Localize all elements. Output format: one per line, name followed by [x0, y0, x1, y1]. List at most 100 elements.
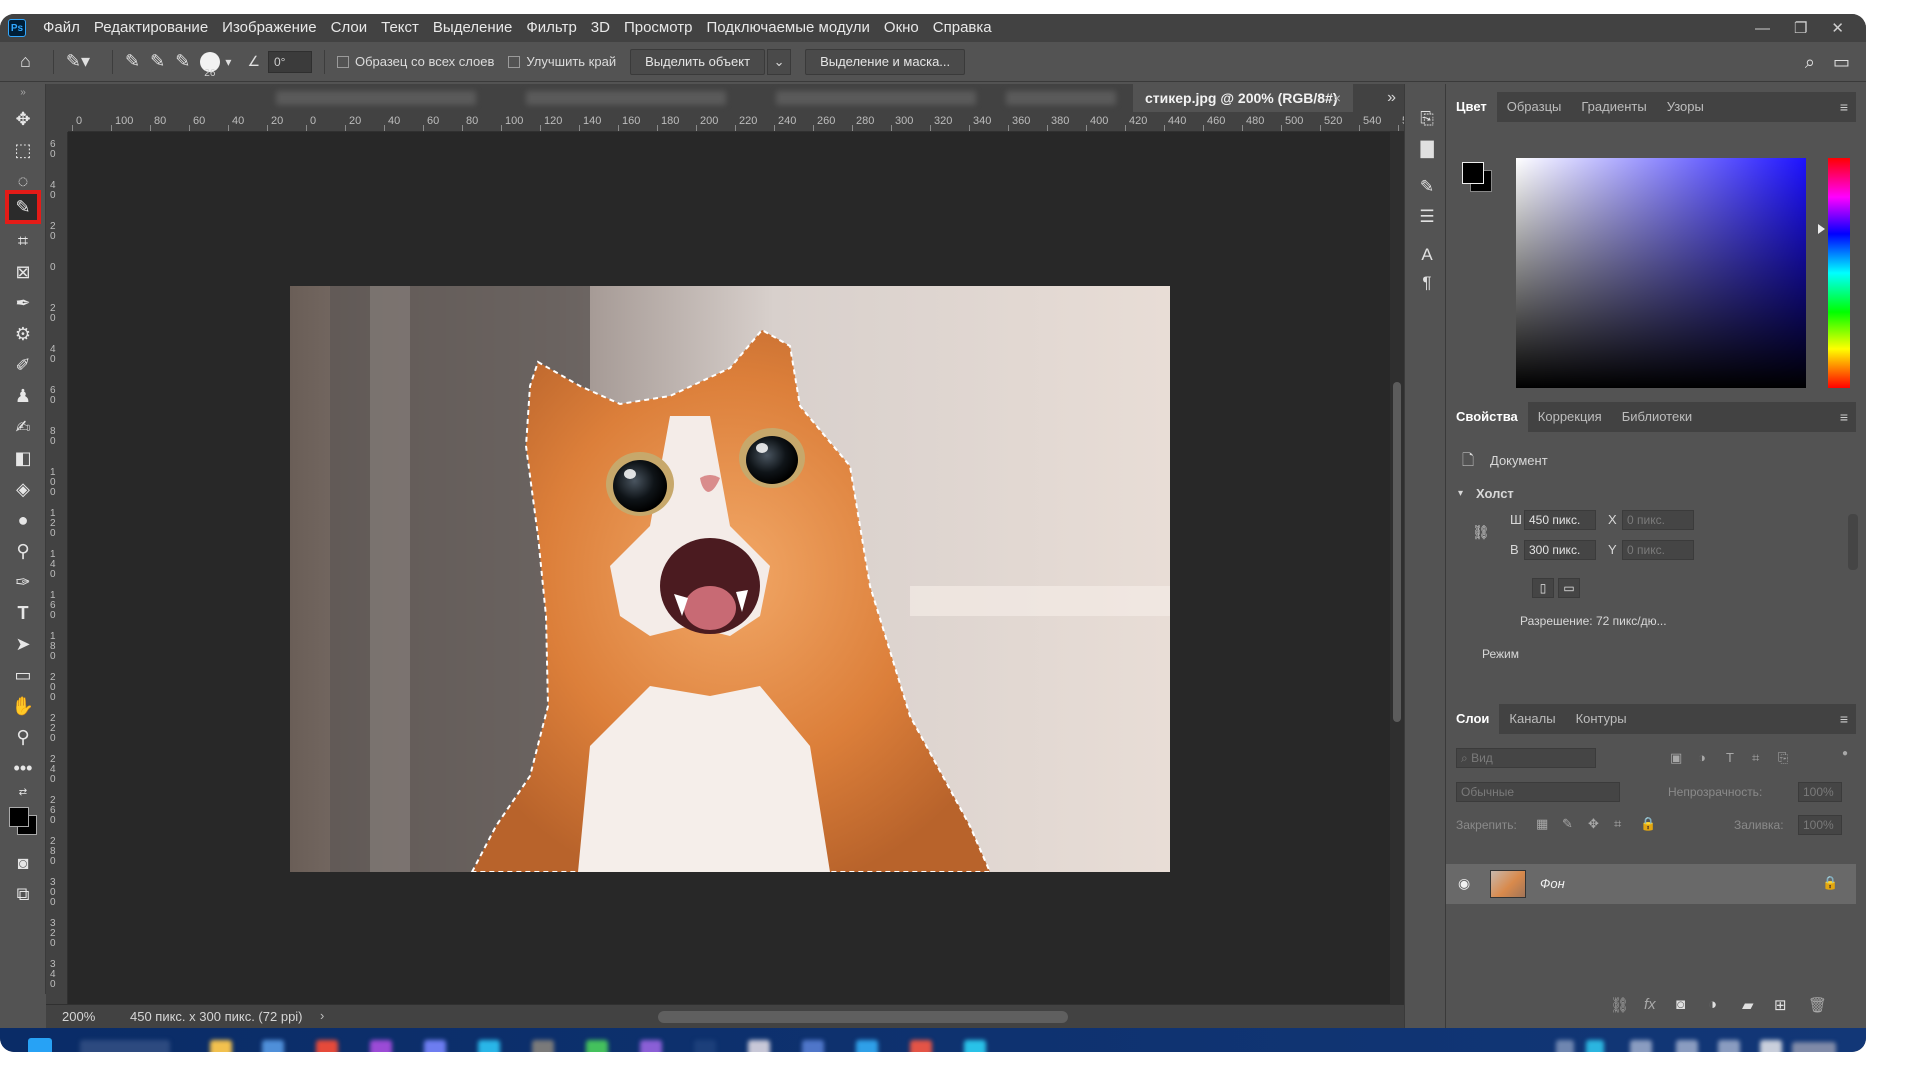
tray-icon[interactable] — [1586, 1040, 1604, 1052]
width-input[interactable]: 450 пикс. — [1524, 510, 1596, 530]
swap-colors-icon[interactable]: ⇄ — [9, 784, 37, 800]
history-panel-icon[interactable]: ⎘ — [1416, 108, 1438, 130]
landscape-orientation-icon[interactable]: ▭ — [1558, 578, 1580, 598]
taskbar-app-icon[interactable] — [694, 1040, 716, 1052]
close-window-button[interactable]: ✕ — [1831, 19, 1844, 37]
color-picker-field[interactable] — [1516, 158, 1806, 388]
healing-brush-tool-icon[interactable]: ⚙ — [9, 321, 37, 347]
history-brush-tool-icon[interactable]: ✍ — [9, 414, 37, 440]
tab-layers[interactable]: Слои — [1446, 704, 1500, 734]
tab-properties[interactable]: Свойства — [1446, 402, 1528, 432]
fill-input[interactable]: 100% — [1798, 815, 1842, 835]
lock-artboard-icon[interactable]: ⌗ — [1614, 816, 1621, 832]
taskbar-app-icon[interactable] — [586, 1040, 608, 1052]
search-icon[interactable]: ⌕ — [1805, 52, 1815, 73]
blurred-tab[interactable] — [276, 91, 476, 105]
x-input[interactable]: 0 пикс. — [1622, 510, 1694, 530]
minimize-button[interactable]: — — [1755, 20, 1770, 37]
eraser-tool-icon[interactable]: ◧ — [9, 445, 37, 471]
layer-name[interactable]: Фон — [1540, 876, 1565, 891]
move-tool-icon[interactable]: ✥ — [9, 106, 37, 132]
tab-swatches[interactable]: Образцы — [1497, 92, 1572, 122]
menu-plugins[interactable]: Подключаемые модули — [699, 14, 876, 42]
subtract-selection-brush-icon[interactable]: ✎ — [175, 51, 190, 72]
tab-gradients[interactable]: Градиенты — [1571, 92, 1656, 122]
blurred-tab[interactable] — [1006, 91, 1116, 105]
menu-image[interactable]: Изображение — [215, 14, 324, 42]
taskbar-app-icon[interactable] — [370, 1040, 392, 1052]
enhance-edge-checkbox[interactable] — [508, 55, 521, 68]
tab-color[interactable]: Цвет — [1446, 92, 1497, 122]
quick-mask-icon[interactable]: ◙ — [9, 850, 37, 876]
tray-icon[interactable] — [1676, 1040, 1698, 1052]
filter-adjustment-icon[interactable]: ◑ — [1698, 750, 1706, 765]
collapse-toolbar-icon[interactable]: » — [9, 86, 37, 98]
taskbar-app-icon[interactable] — [210, 1040, 232, 1052]
quick-selection-tool-icon[interactable]: ✎ — [5, 190, 41, 224]
lock-all-icon[interactable]: 🔒 — [1640, 816, 1656, 832]
taskbar-app-icon[interactable] — [316, 1040, 338, 1052]
canvas-area[interactable] — [68, 132, 1390, 1004]
layer-lock-icon[interactable]: 🔒 — [1822, 875, 1838, 891]
new-layer-icon[interactable]: ⊞ — [1774, 996, 1787, 1014]
lock-pixels-icon[interactable]: ✎ — [1562, 816, 1573, 832]
fx-icon[interactable]: fx — [1644, 996, 1656, 1013]
filter-shape-icon[interactable]: ⌗ — [1752, 750, 1759, 766]
rectangle-tool-icon[interactable]: ▭ — [9, 662, 37, 688]
crop-tool-icon[interactable]: ⌗ — [9, 228, 37, 254]
clock[interactable] — [1792, 1042, 1836, 1052]
taskbar-app-icon[interactable] — [802, 1040, 824, 1052]
zoom-level-input[interactable]: 200% — [62, 1009, 95, 1024]
panel-menu-icon[interactable]: ≡ — [1840, 402, 1848, 432]
menu-type[interactable]: Текст — [374, 14, 426, 42]
home-icon[interactable]: ⌂ — [20, 51, 31, 72]
menu-file[interactable]: Файл — [36, 14, 87, 42]
menu-view[interactable]: Просмотр — [617, 14, 700, 42]
layer-filter-search[interactable]: ⌕ Вид — [1456, 748, 1596, 768]
vertical-ruler[interactable]: 60 40 20 0 20 40 60 80 100 120 140 160 180 200 220 240 2… — [46, 132, 68, 1004]
link-layers-icon[interactable]: ⛓ — [1610, 996, 1629, 1014]
chevron-down-icon[interactable]: ▾ — [225, 55, 231, 69]
lock-position-icon[interactable]: ✥ — [1588, 816, 1599, 832]
chevron-down-icon[interactable]: ▾ — [1458, 488, 1463, 499]
y-input[interactable]: 0 пикс. — [1622, 540, 1694, 560]
delete-layer-icon[interactable]: 🗑 — [1808, 996, 1827, 1014]
start-button[interactable] — [28, 1038, 52, 1052]
new-selection-brush-icon[interactable]: ✎ — [125, 51, 140, 72]
clone-stamp-tool-icon[interactable]: ♟ — [9, 383, 37, 409]
status-menu-arrow[interactable]: › — [320, 1008, 324, 1023]
menu-3d[interactable]: 3D — [584, 14, 617, 42]
eyedropper-tool-icon[interactable]: ✒ — [9, 290, 37, 316]
color-panel-fg-swatch[interactable] — [1462, 162, 1484, 184]
tray-icon[interactable] — [1718, 1040, 1740, 1052]
menu-filter[interactable]: Фильтр — [519, 14, 583, 42]
paragraph-panel-icon[interactable]: ¶ — [1416, 272, 1438, 294]
tool-preset-picker-icon[interactable]: ✎▾ — [66, 51, 90, 72]
angle-input[interactable]: 0° — [268, 50, 312, 73]
tray-icon[interactable] — [1630, 1040, 1652, 1052]
tray-icon[interactable] — [1760, 1040, 1782, 1052]
taskbar-app-icon[interactable] — [532, 1040, 554, 1052]
comments-panel-icon[interactable]: ▇ — [1416, 138, 1438, 160]
menu-select[interactable]: Выделение — [426, 14, 519, 42]
hue-slider[interactable] — [1828, 158, 1850, 388]
zoom-tool-icon[interactable]: ⚲ — [9, 724, 37, 750]
dodge-tool-icon[interactable]: ⚲ — [9, 538, 37, 564]
brush-tool-icon[interactable]: ✐ — [9, 352, 37, 378]
frame-tool-icon[interactable]: ⊠ — [9, 259, 37, 285]
foreground-color-swatch[interactable] — [9, 807, 29, 827]
select-subject-button[interactable]: Выделить объект — [630, 48, 766, 75]
tab-libraries[interactable]: Библиотеки — [1612, 402, 1702, 432]
blurred-tab[interactable] — [776, 91, 976, 105]
menu-window[interactable]: Окно — [877, 14, 926, 42]
vertical-scrollbar[interactable] — [1390, 132, 1404, 1004]
new-group-icon[interactable]: ▰ — [1742, 996, 1754, 1014]
character-panel-icon[interactable]: A — [1416, 244, 1438, 266]
path-selection-tool-icon[interactable]: ➤ — [9, 631, 37, 657]
properties-scrollbar[interactable] — [1848, 514, 1858, 570]
paint-bucket-tool-icon[interactable]: ◈ — [9, 476, 37, 502]
filter-pixel-icon[interactable]: ▣ — [1670, 750, 1682, 766]
taskbar-app-icon[interactable] — [748, 1040, 770, 1052]
sample-all-layers-checkbox[interactable] — [337, 55, 349, 68]
more-tools-icon[interactable]: ••• — [9, 755, 37, 781]
